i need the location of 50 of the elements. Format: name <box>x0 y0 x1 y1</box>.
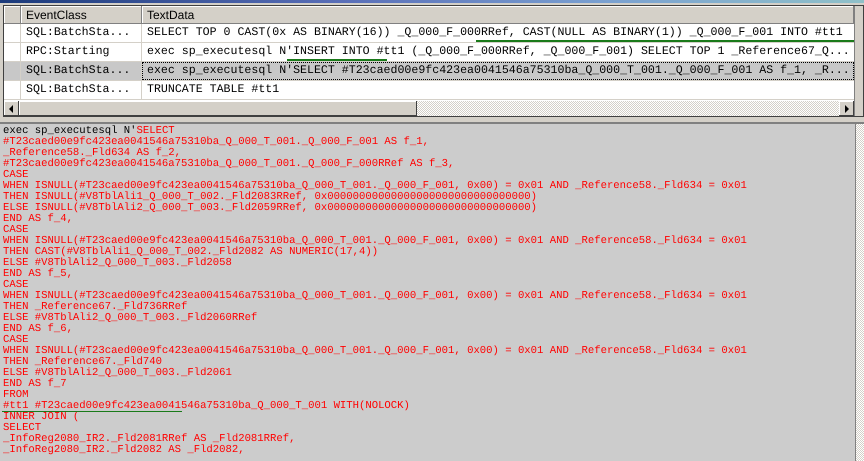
query-line: SELECT <box>3 424 42 433</box>
query-line: THEN _Reference67._Fld740 <box>3 358 162 367</box>
scroll-left-icon[interactable] <box>4 101 19 116</box>
query-line: ELSE ISNULL(#V8TblAli2_Q_000_T_003._Fld2059RRef, 0x00000000000000000000000000000000) <box>3 204 538 213</box>
column-header[interactable]: EventClass <box>21 6 142 24</box>
query-line: ELSE #V8TblAli2_Q_000_T_003._Fld2060RRef <box>3 314 258 323</box>
text-data-text: SELECT TOP 0 CAST(0x AS BINARY(16)) _Q_000_F_000RRef, CAST(NULL AS BINARY(1)) _Q_000_F_001 INTO #tt1 <box>147 26 843 39</box>
query-line: CASE <box>3 226 28 235</box>
row-header-corner <box>4 6 21 24</box>
horizontal-scrollbar[interactable] <box>4 101 854 116</box>
text-data-text: TRUNCATE TABLE #tt1 <box>147 83 280 96</box>
query-line: END AS f_4, <box>3 215 73 224</box>
event-class-text: SQL:BatchSta... <box>26 83 130 96</box>
query-line: ELSE #V8TblAli2_Q_000_T_003._Fld2061 <box>3 369 232 378</box>
trace-row[interactable]: SQL:BatchSta... exec sp_executesql N'SELECT #T23caed00e9fc423ea0041546a75310ba_Q_000_T_001._Q_000_F_001 AS f_1, _R... <box>4 62 854 81</box>
query-line: SELECT <box>136 127 175 136</box>
query-line: END AS f_5, <box>3 270 73 279</box>
query-line: WHEN ISNULL(#T23caed00e9fc423ea0041546a75310ba_Q_000_T_001._Q_000_F_001, 0x00) = 0x01 AND _Reference58._Fld634 = 0x01 <box>3 292 747 301</box>
text-data-text: exec sp_executesql N'SELECT #T23caed00e9fc423ea0041546a75310ba_Q_000_T_001._Q_000_F_001 AS f_1, _R... <box>147 64 850 77</box>
event-class-text: SQL:BatchSta... <box>26 64 130 77</box>
trace-row[interactable]: SQL:BatchSta... TRUNCATE TABLE #tt1 <box>4 81 854 100</box>
query-line: CASE <box>3 336 28 345</box>
vertical-scrollbar[interactable] <box>854 6 863 116</box>
event-class-text: SQL:BatchSta... <box>26 26 130 39</box>
query-line: WHEN ISNULL(#T23caed00e9fc423ea0041546a75310ba_Q_000_T_001._Q_000_F_001, 0x00) = 0x01 AND _Reference58._Fld634 = 0x01 <box>3 182 747 191</box>
vertical-scrollbar[interactable] <box>855 124 864 461</box>
event-class-text: RPC:Starting <box>26 45 110 58</box>
query-line: WHEN ISNULL(#T23caed00e9fc423ea0041546a75310ba_Q_000_T_001._Q_000_F_001, 0x00) = 0x01 AND _Reference58._Fld634 = 0x01 <box>3 347 747 356</box>
query-line: WHEN ISNULL(#T23caed00e9fc423ea0041546a75310ba_Q_000_T_001._Q_000_F_001, 0x00) = 0x01 AND _Reference58._Fld634 = 0x01 <box>3 237 747 246</box>
query-line: #T23caed00e9fc423ea0041546a75310ba_Q_000_T_001._Q_000_F_001 AS f_1, <box>3 138 429 147</box>
column-header[interactable]: TextData <box>142 6 854 24</box>
query-line: #tt1 #T23caed00e9fc423ea0041546a75310ba_Q_000_T_001 WITH(NOLOCK) <box>3 402 410 411</box>
query-line: FROM <box>3 391 28 400</box>
scrollbar-thumb[interactable] <box>19 101 417 116</box>
query-line: ELSE #V8TblAli2_Q_000_T_003._Fld2058 <box>3 259 232 268</box>
query-line: _InfoReg2080_IR2._Fld2081RRef AS _Fld2081RRef, <box>3 435 296 444</box>
query-line: CASE <box>3 171 28 180</box>
query-line: END AS f_7 <box>3 380 67 389</box>
query-line: _Reference58._Fld634 AS f_2, <box>3 149 182 158</box>
scroll-right-icon[interactable] <box>839 101 854 116</box>
query-line: THEN ISNULL(#V8TblAli1_Q_000_T_002._Fld2083RRef, 0x00000000000000000000000000000000) <box>3 193 538 202</box>
query-line: END AS f_6, <box>3 325 73 334</box>
query-line: #T23caed00e9fc423ea0041546a75310ba_Q_000_T_001._Q_000_F_000RRef AS f_3, <box>3 160 454 169</box>
query-line: THEN CAST(#V8TblAli1_Q_000_T_002._Fld2082 AS NUMERIC(17,4)) <box>3 248 378 257</box>
text-data-text: exec sp_executesql N'INSERT INTO #tt1 (_Q_000_F_000RRef, _Q_000_F_001) SELECT TOP 1 _Reference67_Q... <box>147 45 850 58</box>
query-line: _InfoReg2080_IR2._Fld2082 AS _Fld2082, <box>3 446 245 455</box>
query-line: THEN _Reference67._Fld736RRef <box>3 303 188 312</box>
query-prefix: exec sp_executesql N' <box>3 127 137 136</box>
trace-row[interactable]: SQL:BatchSta... SELECT TOP 0 CAST(0x AS BINARY(16)) _Q_000_F_000RRef, CAST(NULL AS BINARY(1)) _Q_000_F_001 INTO #tt1 <box>4 24 854 43</box>
query-line: CASE <box>3 281 28 290</box>
